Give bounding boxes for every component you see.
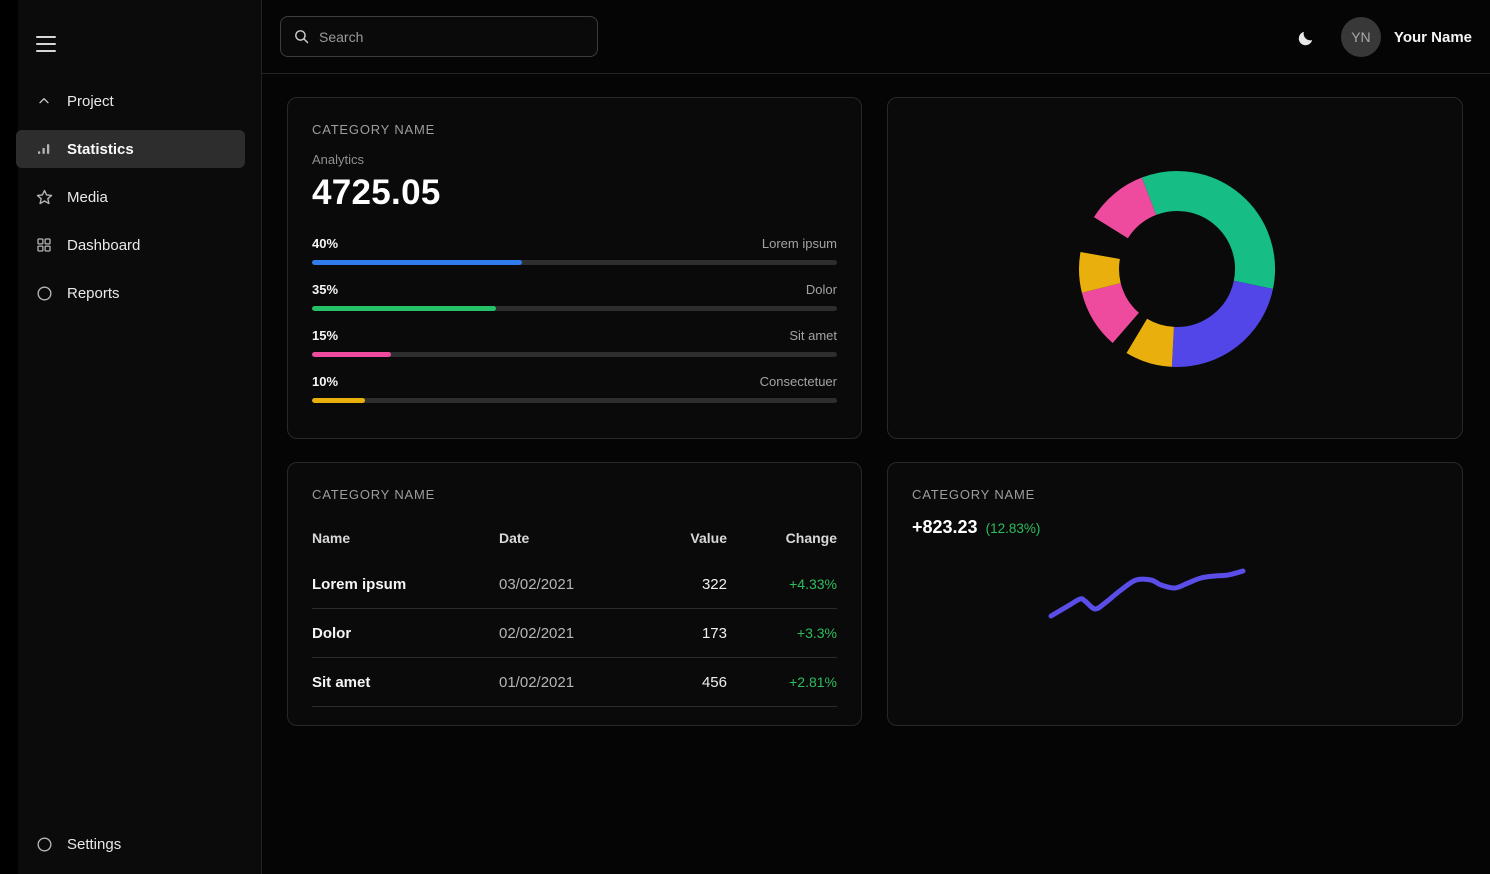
- sidebar-item-statistics[interactable]: Statistics: [16, 130, 245, 168]
- bar-percent-label: 10%: [312, 374, 338, 389]
- data-table: NameDateValueChangeLorem ipsum03/02/2021…: [312, 524, 837, 707]
- sidebar-item-reports[interactable]: Reports: [16, 269, 245, 317]
- trend-chart-card: CATEGORY NAME +823.23 (12.83%): [887, 462, 1463, 726]
- bar-fill: [312, 306, 496, 311]
- bar-track: [312, 352, 837, 357]
- sidebar-item-label: Statistics: [67, 141, 134, 158]
- sidebar-item-label: Reports: [67, 285, 120, 302]
- sidebar-item-label: Dashboard: [67, 237, 140, 254]
- sidebar-nav-list: Project Statistics Media Dashboard Reports: [0, 77, 261, 317]
- topbar: YN Your Name: [262, 0, 1490, 74]
- sidebar: Project Statistics Media Dashboard Reports S…: [0, 0, 262, 874]
- avatar[interactable]: YN: [1341, 17, 1381, 57]
- progress-bar-row: 10% Consectetuer: [312, 374, 837, 403]
- progress-bar-row: 15% Sit amet: [312, 328, 837, 357]
- donut-segment-pink-slice-a: [1111, 196, 1149, 228]
- circle-icon: [34, 834, 54, 854]
- analytics-subtitle: Analytics: [312, 152, 837, 167]
- sidebar-item-label: Media: [67, 189, 108, 206]
- table-header-row: NameDateValueChange: [312, 524, 837, 560]
- cell-name: Sit amet: [312, 674, 499, 691]
- cell-change: +2.81%: [727, 674, 837, 690]
- progress-bar-row: 40% Lorem ipsum: [312, 236, 837, 265]
- card-category-title: CATEGORY NAME: [312, 487, 837, 502]
- bar-category-label: Consectetuer: [760, 374, 837, 389]
- bar-track: [312, 398, 837, 403]
- hamburger-menu-button[interactable]: [36, 30, 66, 58]
- bar-chart-icon: [34, 139, 54, 159]
- bar-fill: [312, 260, 522, 265]
- user-name-label: Your Name: [1394, 29, 1472, 46]
- bar-track: [312, 306, 837, 311]
- bar-percent-label: 15%: [312, 328, 338, 343]
- cell-value: 456: [644, 674, 727, 691]
- bar-category-label: Dolor: [806, 282, 837, 297]
- hamburger-icon: [36, 36, 56, 38]
- cell-change: +3.3%: [727, 625, 837, 641]
- donut-segment-green-slice: [1149, 191, 1255, 285]
- donut-segment-indigo-slice: [1173, 285, 1254, 347]
- user-profile[interactable]: YN Your Name: [1341, 17, 1472, 57]
- table-header-date: Date: [499, 530, 644, 546]
- cell-date: 02/02/2021: [499, 625, 644, 642]
- search-input[interactable]: [319, 29, 585, 45]
- bar-category-label: Lorem ipsum: [762, 236, 837, 251]
- analytics-total-value: 4725.05: [312, 173, 837, 213]
- search-box[interactable]: [280, 16, 598, 57]
- cell-name: Dolor: [312, 625, 499, 642]
- line-chart: [888, 463, 1464, 727]
- cell-value: 173: [644, 625, 727, 642]
- table-row[interactable]: Sit amet01/02/2021456+2.81%: [312, 658, 837, 707]
- donut-segment-yellow-slice-b: [1099, 256, 1101, 288]
- bar-fill: [312, 398, 365, 403]
- card-category-title: CATEGORY NAME: [312, 122, 837, 137]
- circle-icon: [34, 283, 54, 303]
- donut-chart: [888, 98, 1464, 440]
- grid-icon: [34, 235, 54, 255]
- sidebar-footer: Settings: [0, 820, 261, 868]
- bar-percent-label: 35%: [312, 282, 338, 297]
- cell-date: 03/02/2021: [499, 576, 644, 593]
- progress-bar-list: 40% Lorem ipsum 35% Dolor 15% Sit amet 10% Cons…: [312, 236, 837, 403]
- bar-percent-label: 40%: [312, 236, 338, 251]
- cell-value: 322: [644, 576, 727, 593]
- table-header-name: Name: [312, 530, 499, 546]
- sidebar-item-project[interactable]: Project: [16, 77, 245, 125]
- cell-name: Lorem ipsum: [312, 576, 499, 593]
- table-header-change: Change: [727, 530, 837, 546]
- trend-line-path: [1051, 571, 1243, 616]
- sidebar-item-dashboard[interactable]: Dashboard: [16, 221, 245, 269]
- sidebar-item-label: Project: [67, 93, 114, 110]
- moon-icon: [1296, 29, 1315, 48]
- progress-bar-row: 35% Dolor: [312, 282, 837, 311]
- dark-mode-toggle-button[interactable]: [1292, 25, 1318, 51]
- sidebar-item-label: Settings: [67, 836, 121, 853]
- cell-date: 01/02/2021: [499, 674, 644, 691]
- bar-track: [312, 260, 837, 265]
- table-row[interactable]: Lorem ipsum03/02/2021322+4.33%: [312, 560, 837, 609]
- sidebar-item-media[interactable]: Media: [16, 173, 245, 221]
- analytics-card: CATEGORY NAME Analytics 4725.05 40% Lorem…: [287, 97, 862, 439]
- search-icon: [293, 28, 310, 45]
- data-table-card: CATEGORY NAME NameDateValueChangeLorem i…: [287, 462, 862, 726]
- donut-chart-card: [887, 97, 1463, 439]
- bar-fill: [312, 352, 391, 357]
- donut-segment-yellow-slice-a: [1137, 336, 1173, 347]
- sidebar-item-settings[interactable]: Settings: [16, 820, 245, 868]
- donut-segment-pink-slice-b: [1101, 288, 1126, 328]
- table-header-value: Value: [644, 530, 727, 546]
- cell-change: +4.33%: [727, 576, 837, 592]
- table-row[interactable]: Dolor02/02/2021173+3.3%: [312, 609, 837, 658]
- bar-category-label: Sit amet: [789, 328, 837, 343]
- star-icon: [34, 187, 54, 207]
- chevron-up-icon: [34, 91, 54, 111]
